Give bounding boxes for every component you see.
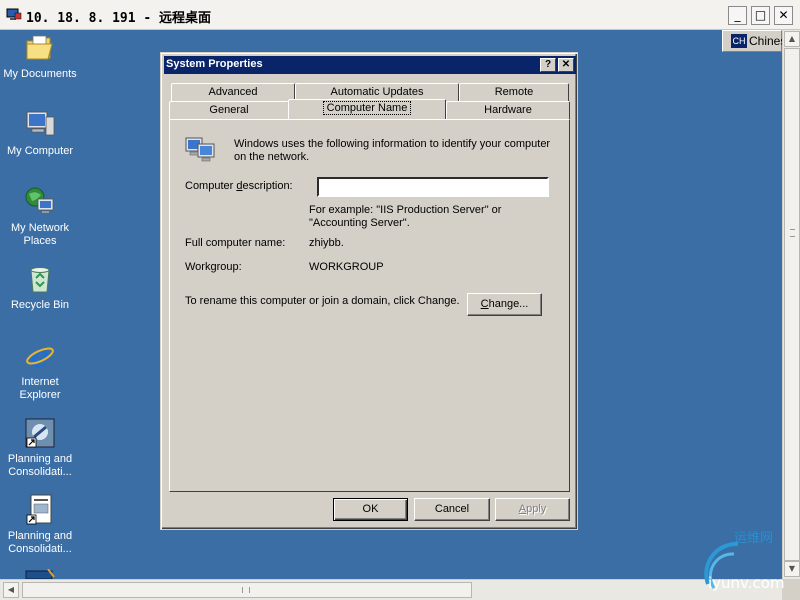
application-shortcut-icon [25,418,55,448]
desktop-icon-label-line2: Explorer [19,389,61,401]
tab-label: Computer Name [322,101,412,115]
desktop-icon-planning-consolidation-2[interactable]: Planning and Consolidati... [0,494,80,556]
recycle-bin-icon [30,267,50,293]
workgroup-value: WORKGROUP [309,261,384,273]
full-computer-name-label: Full computer name: [185,237,286,249]
desktop-icon-internet-explorer[interactable]: e Internet Explorer [0,340,80,402]
example-text-line2: "Accounting Server". [309,217,410,229]
tab-hardware[interactable]: Hardware [446,101,570,119]
vertical-scroll-thumb[interactable] [784,48,800,561]
desktop-icon-label: Planning and [7,453,73,465]
dialog-titlebar[interactable]: System Properties ? ✕ [164,56,576,74]
tab-label: Automatic Updates [330,86,424,98]
tab-label: Hardware [484,104,532,116]
horizontal-scrollbar[interactable]: ◀ [0,579,782,600]
tab-label: Advanced [208,86,258,98]
help-button[interactable]: ? [540,58,556,72]
tab-label: Remote [494,86,534,98]
grip-icon [242,587,250,593]
watermark-logo: 运维网 iyunv.com [704,531,785,592]
maximize-icon: □ [754,8,767,22]
close-icon: ✕ [561,59,571,70]
vertical-scrollbar[interactable]: ▲ ▼ [782,30,800,579]
desktop-icon-label: Planning and [7,530,73,542]
computer-description-label: Computer description: [185,180,293,192]
scroll-left-icon[interactable]: ◀ [3,582,19,598]
minimize-icon: _ [734,8,741,22]
tab-label: General [209,104,249,116]
change-button[interactable]: Change... [467,293,542,316]
document-shortcut-icon [26,494,52,525]
full-computer-name-value: zhiybb. [309,237,344,249]
desktop-icon-my-network-places[interactable]: My Network Places [0,186,80,248]
desktop-icon-label-line2: Consolidati... [8,543,72,555]
network-computers-icon [185,137,215,162]
help-icon: ? [544,59,552,70]
internet-explorer-icon: e [26,340,54,372]
workgroup-label: Workgroup: [185,261,242,273]
intro-text-line1: Windows uses the following information t… [234,138,551,150]
rename-instruction-text: To rename this computer or join a domain… [185,295,460,307]
desktop-icon-label-line2: Consolidati... [8,466,72,478]
desktop-icon-label: My Computer [6,145,74,157]
desktop-icon-label: My Documents [3,68,77,80]
tab-computer-name[interactable]: Computer Name [288,99,446,119]
network-globe-icon [25,187,54,213]
maximize-button[interactable]: □ [751,6,770,25]
intro-text-line2: on the network. [234,151,310,163]
rdp-window-title: 10. 18. 8. 191 - 远程桌面 [26,11,212,26]
svg-text:e: e [30,340,49,372]
desktop-icon-my-computer[interactable]: My Computer [0,109,80,158]
desktop-icon-label: My Network [10,222,70,234]
computer-icon [26,111,55,136]
tab-general[interactable]: General [169,101,289,119]
grip-icon [790,229,795,237]
language-bar[interactable]: CH Chinese [722,30,782,52]
desktop-icon-label: Recycle Bin [10,299,70,311]
example-text-line1: For example: "IIS Production Server" or [309,204,502,216]
language-name: Chinese [749,34,782,48]
close-button[interactable]: ✕ [774,6,793,25]
scroll-up-icon[interactable]: ▲ [784,31,800,47]
language-code: CH [731,34,747,48]
desktop-icon-planning-consolidation-1[interactable]: Planning and Consolidati... [0,417,80,479]
minimize-button[interactable]: _ [728,6,747,25]
dialog-close-button[interactable]: ✕ [558,58,574,72]
folder-documents-icon [26,35,53,60]
computer-name-panel: Windows uses the following information t… [169,119,570,492]
remote-desktop-icon [6,8,22,20]
horizontal-scroll-thumb[interactable] [22,582,472,598]
watermark-text: 运维网 [734,531,773,546]
watermark-url: iyunv.com [708,574,785,592]
tab-remote[interactable]: Remote [459,83,569,101]
tab-advanced[interactable]: Advanced [171,83,295,101]
cancel-button[interactable]: Cancel [414,498,490,521]
dialog-title: System Properties [166,58,263,70]
desktop-icon-label: Internet [21,376,59,388]
desktop-icon-my-documents[interactable]: My Documents [0,32,80,81]
apply-button[interactable]: Apply [495,498,570,521]
close-icon: ✕ [778,8,789,22]
system-properties-dialog: System Properties ? ✕ Advanced Automatic… [160,52,578,530]
ok-button[interactable]: OK [333,498,408,521]
rdp-titlebar: 10. 18. 8. 191 - 远程桌面 _ □ ✕ [0,0,800,30]
desktop-icon-recycle-bin[interactable]: Recycle Bin [0,263,80,312]
computer-description-input[interactable] [317,177,549,197]
partial-desktop-icon [25,569,55,579]
desktop-icon-label-line2: Places [23,235,57,247]
